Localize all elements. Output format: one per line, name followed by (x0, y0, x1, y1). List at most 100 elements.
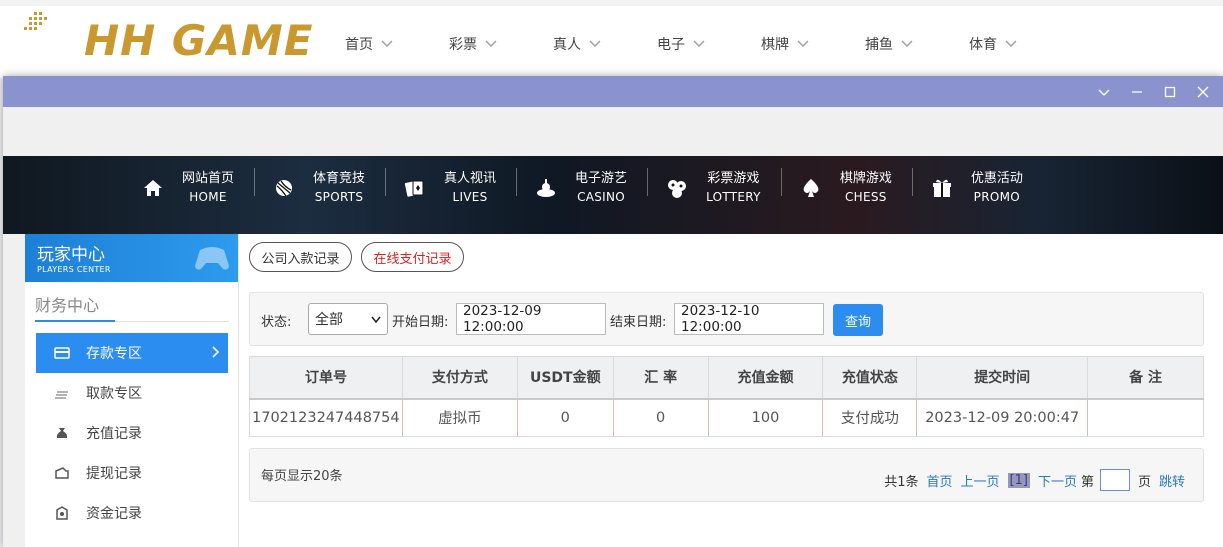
page-number-input[interactable] (1099, 469, 1130, 491)
banner-nav-label-cn: 电子游艺 (575, 171, 628, 186)
banner-nav-label-en: LIVES (452, 190, 488, 204)
sidebar-item-withdraw[interactable]: 取款专区 (36, 373, 228, 413)
end-date-input[interactable]: 2023-12-10 12:00:00 (674, 303, 824, 335)
member-popup-window: 网站首页 HOME 体育竞技 SPORTS 真人视讯 LIVES 电子游艺 CASINO 彩票游… (3, 76, 1223, 547)
column-header: 订单号 (249, 356, 403, 400)
site-logo[interactable]: HH GAME (24, 10, 312, 76)
content-area: 玩家中心 PLAYERS CENTER 财务中心 存款专区 取款专区 充值记录 (25, 234, 1223, 547)
sidebar-item-deposit[interactable]: 存款专区 (36, 333, 228, 373)
finance-center-heading: 财务中心 (35, 296, 100, 315)
window-titlebar[interactable] (3, 76, 1223, 107)
banner-nav-text: 彩票游戏 LOTTERY (706, 170, 761, 206)
top-nav-label: 电子 (657, 37, 685, 53)
banner-nav-divider (516, 168, 518, 196)
top-nav-item[interactable]: 棋牌 (761, 34, 865, 54)
spade-icon (803, 179, 819, 197)
top-nav-item[interactable]: 首页 (345, 34, 449, 54)
goto-prefix: 第 (1080, 474, 1094, 490)
maximize-icon (1164, 86, 1175, 97)
tab-label: 在线支付记录 (373, 251, 452, 267)
banner-nav-label-en: PROMO (973, 190, 1020, 204)
banner-nav-text: 棋牌游戏 CHESS (840, 170, 892, 206)
column-header: 备 注 (1087, 356, 1204, 400)
cards-icon (404, 180, 424, 197)
minimize-icon (1131, 90, 1142, 93)
collapse-button[interactable] (1087, 76, 1120, 107)
table-cell: 虚拟币 (402, 398, 518, 437)
banner-nav-label-en: SPORTS (314, 190, 364, 204)
chevron-down-icon (1098, 89, 1109, 96)
tab-online-payment-records[interactable]: 在线支付记录 (361, 242, 464, 272)
prev-page-link[interactable]: 上一页 (961, 471, 1000, 490)
banner-nav-label-cn: 真人视讯 (444, 171, 497, 186)
column-header: 支付方式 (402, 356, 518, 400)
next-page-link[interactable]: 下一页 (1038, 471, 1077, 490)
wallet-icon (55, 467, 69, 479)
table-cell: 0 (613, 398, 709, 437)
cash-icon (55, 391, 68, 399)
logo-dots-icon (24, 12, 47, 30)
banner-nav-promo[interactable]: 优惠活动 PROMO (931, 168, 1043, 208)
top-nav-item[interactable]: 捕鱼 (865, 34, 969, 54)
banner-nav-home[interactable]: 网站首页 HOME (142, 168, 254, 208)
sidebar-item-label: 充值记录 (86, 426, 142, 442)
sidebar-item-label: 资金记录 (86, 506, 142, 522)
banner-nav-lottery[interactable]: 彩票游戏 LOTTERY (666, 168, 781, 208)
banner-nav-chess[interactable]: 棋牌游戏 CHESS (800, 168, 912, 208)
maximize-button[interactable] (1153, 76, 1186, 107)
start-date-label: 开始日期: (392, 315, 449, 330)
tab-company-deposit-records[interactable]: 公司入款记录 (249, 242, 352, 272)
start-date-input[interactable]: 2023-12-09 12:00:00 (456, 303, 606, 335)
banner-nav-label-cn: 优惠活动 (970, 171, 1023, 186)
filter-bar: 状态: 全部 开始日期: 2023-12-09 12:00:00 结束日期: 2… (249, 292, 1204, 346)
top-nav-label: 体育 (969, 37, 997, 53)
jump-button[interactable]: 跳转 (1159, 471, 1185, 490)
gamepad-icon (195, 247, 229, 270)
table-cell: 支付成功 (822, 398, 918, 437)
sidebar-item-label: 取款专区 (86, 386, 142, 402)
status-select[interactable]: 全部 (308, 303, 388, 335)
top-nav: 首页 彩票 真人 电子 棋牌 捕鱼 体育 (345, 34, 1073, 54)
ball-icon (276, 180, 293, 197)
banner-nav-label-cn: 彩票游戏 (707, 171, 760, 186)
tab-label: 公司入款记录 (261, 251, 340, 267)
sidebar-item-recharge-records[interactable]: 充值记录 (36, 413, 228, 453)
banner-nav-sports[interactable]: 体育竞技 SPORTS (273, 168, 385, 208)
banner-nav-label-en: CHESS (844, 190, 887, 204)
banner-nav-casino[interactable]: 电子游艺 CASINO (535, 168, 647, 208)
table-cell: 100 (708, 398, 824, 437)
banner-nav-label-en: LOTTERY (706, 190, 761, 204)
sidebar-item-fund-records[interactable]: 资金记录 (36, 493, 228, 533)
chevron-right-icon (212, 346, 220, 358)
top-nav-label: 真人 (553, 37, 581, 53)
first-page-link[interactable]: 首页 (926, 471, 952, 490)
banner-nav-lives[interactable]: 真人视讯 LIVES (404, 168, 516, 208)
banner-nav-divider (254, 168, 256, 196)
query-button[interactable]: 查询 (833, 304, 883, 336)
top-nav-item[interactable]: 体育 (969, 34, 1073, 54)
sidebar-item-withdraw-records[interactable]: 提现记录 (36, 453, 228, 493)
column-header: 充值金额 (708, 356, 824, 400)
status-label: 状态: (261, 315, 292, 330)
banner-nav-text: 体育竞技 SPORTS (313, 170, 365, 206)
chevron-down-icon (693, 40, 705, 48)
column-header: 汇 率 (613, 356, 709, 400)
logo-text: HH GAME (84, 16, 314, 65)
banner-nav-label-cn: 棋牌游戏 (839, 171, 892, 186)
banner-nav-label-en: CASINO (577, 190, 626, 204)
top-nav-item[interactable]: 真人 (553, 34, 657, 54)
banner-nav-divider (647, 168, 649, 196)
table-row: 1702123247448754 虚拟币 0 0 100 支付成功 2023-12-09 2… (249, 398, 1204, 437)
top-nav-item[interactable]: 电子 (657, 34, 761, 54)
money-bag-icon (56, 428, 68, 438)
top-nav-label: 彩票 (449, 37, 477, 53)
pagination-bar: 每页显示20条 共1条 首页 上一页 [1] 下一页 第 页 跳转 (249, 448, 1204, 502)
chevron-down-icon (485, 40, 497, 48)
top-nav-item[interactable]: 彩票 (449, 34, 553, 54)
close-button[interactable] (1186, 76, 1219, 107)
banner-nav-text: 网站首页 HOME (182, 170, 234, 206)
top-nav-label: 捕鱼 (865, 37, 893, 53)
close-icon (1197, 86, 1208, 97)
minimize-button[interactable] (1120, 76, 1153, 107)
banner-nav-label-cn: 网站首页 (182, 171, 235, 186)
